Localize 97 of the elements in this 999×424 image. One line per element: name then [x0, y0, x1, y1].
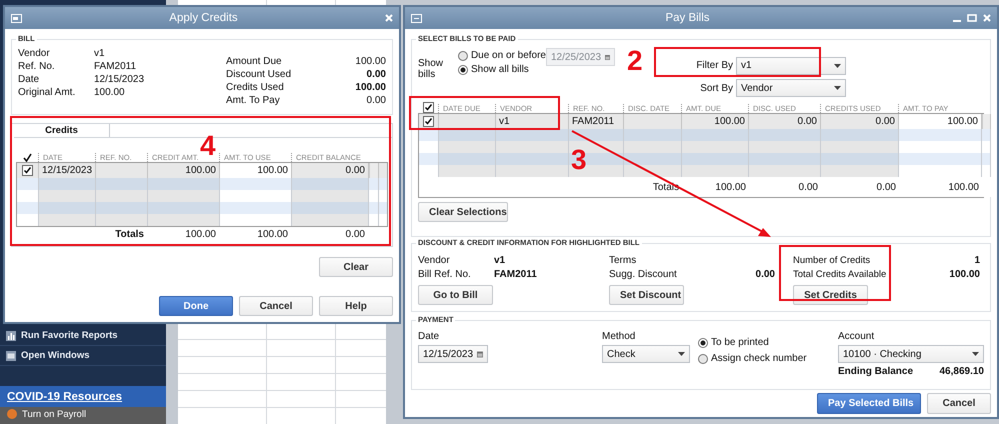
field-label: Bill Ref. No.: [418, 268, 472, 281]
sidebar-item[interactable]: Open Windows: [0, 346, 166, 366]
field-value: 0.00: [366, 69, 386, 81]
field-label: Amt. To Pay: [226, 95, 281, 107]
close-icon[interactable]: [983, 14, 991, 22]
total-value: 0.00: [344, 229, 366, 240]
radio-label[interactable]: To be printed: [711, 337, 769, 348]
totals-label: Totals: [114, 229, 145, 240]
circle-icon: [7, 409, 17, 419]
step-number: 2: [627, 47, 643, 75]
total-value: 100.00: [184, 229, 217, 240]
maximize-icon[interactable]: [967, 14, 977, 22]
field-label: Account: [838, 331, 876, 342]
field-value: 46,869.10: [940, 366, 984, 377]
field-label: Vendor: [418, 254, 451, 267]
table-cell: 100.00: [899, 114, 982, 129]
table-row[interactable]: 12/15/2023 100.00 100.00 0.00: [17, 163, 387, 178]
caret-icon: [678, 352, 685, 356]
primary-button[interactable]: Pay Selected Bills: [817, 393, 921, 414]
total-value: 0.00: [798, 182, 819, 192]
clear-button[interactable]: Clear: [319, 257, 393, 277]
window-icon: [6, 350, 16, 360]
close-icon[interactable]: [385, 14, 393, 22]
radio-label[interactable]: Assign check number: [711, 353, 807, 364]
total-value: 0.00: [876, 182, 897, 192]
field-value: v1: [494, 254, 506, 267]
calendar-icon: [477, 350, 483, 358]
field-label: Number of Credits: [793, 254, 872, 267]
field-label: Ref. No.: [18, 61, 56, 73]
field-value: 100.00: [354, 82, 386, 94]
dialog-button[interactable]: Cancel: [927, 393, 991, 414]
field-label: Date: [418, 331, 440, 342]
radio-button[interactable]: [698, 338, 708, 348]
caret-icon: [834, 86, 841, 90]
primary-button[interactable]: Done: [159, 296, 233, 316]
field-value: 100.00: [949, 268, 980, 281]
field-label: Sugg. Discount: [609, 268, 678, 281]
sidebar-item[interactable]: Run Favorite Reports: [0, 326, 166, 346]
scrollbar-track[interactable]: [369, 163, 379, 178]
field-label: Date: [18, 74, 40, 86]
field-label: Sort By: [699, 82, 734, 94]
field-label: Method: [602, 331, 636, 342]
field-value: 1: [973, 254, 980, 267]
field-label: Original Amt.: [18, 87, 76, 99]
table-row[interactable]: v1 FAM2011 100.00 0.00 0.00 100.00: [419, 114, 991, 129]
field-value: v1: [94, 48, 106, 60]
radio-label[interactable]: Due on or before: [470, 50, 546, 61]
dropdown[interactable]: Vendor: [736, 79, 846, 98]
scrollbar-track[interactable]: [982, 114, 991, 129]
total-value: 100.00: [714, 182, 747, 192]
field-label: Amount Due: [226, 56, 283, 68]
field-label: Show bills: [418, 57, 444, 82]
field-label: Filter By: [695, 60, 734, 72]
field-value: FAM2011: [494, 268, 538, 281]
clear-selections-button[interactable]: Clear Selections: [418, 202, 508, 222]
date-field[interactable]: 12/15/2023: [418, 345, 488, 363]
caret-icon: [834, 64, 841, 68]
set-credits-button[interactable]: Set Credits: [793, 285, 868, 305]
field-value: 0.00: [366, 95, 386, 107]
total-value: 100.00: [947, 182, 980, 192]
window-menu-icon[interactable]: [11, 14, 22, 22]
field-label: Total Credits Available: [793, 268, 888, 281]
radio-label[interactable]: Show all bills: [471, 64, 529, 75]
window-title: Apply Credits: [168, 12, 239, 24]
checkbox[interactable]: [422, 102, 434, 113]
field-value: 0.00: [756, 268, 775, 281]
checkbox[interactable]: [22, 165, 33, 176]
total-value: 100.00: [256, 229, 289, 240]
checkbox[interactable]: [423, 116, 434, 127]
radio-button[interactable]: [458, 64, 468, 74]
field-value: FAM2011: [94, 61, 138, 73]
field-label: Credits Used: [226, 82, 285, 94]
radio-button[interactable]: [458, 50, 468, 60]
radio-button[interactable]: [698, 354, 708, 364]
dropdown[interactable]: v1: [736, 56, 846, 75]
step-number: 3: [571, 146, 587, 174]
field-value: 12/15/2023: [94, 74, 144, 86]
field-value: 100.00: [94, 87, 126, 99]
set-discount-button[interactable]: Set Discount: [609, 285, 684, 305]
table-cell: 100.00: [220, 163, 292, 178]
dialog-button[interactable]: Help: [319, 296, 393, 316]
field-label: Discount Used: [226, 69, 292, 81]
field-label: Ending Balance: [838, 366, 914, 377]
dropdown[interactable]: 10100 · Checking: [838, 345, 984, 363]
window-title: Pay Bills: [664, 12, 711, 24]
field-label: Vendor: [18, 48, 51, 60]
field-label: Terms: [609, 254, 638, 267]
field-value: 100.00: [354, 56, 386, 68]
go-to-bill-button[interactable]: Go to Bill: [418, 285, 493, 305]
window-menu-icon[interactable]: [411, 14, 422, 22]
chart-icon: [6, 330, 16, 340]
caret-icon: [972, 352, 979, 356]
checkmark-icon: [22, 153, 32, 162]
dropdown[interactable]: Check: [602, 345, 690, 363]
dialog-button[interactable]: Cancel: [239, 296, 313, 316]
calendar-icon: [605, 52, 610, 62]
payroll-banner[interactable]: Turn on Payroll: [0, 407, 166, 424]
